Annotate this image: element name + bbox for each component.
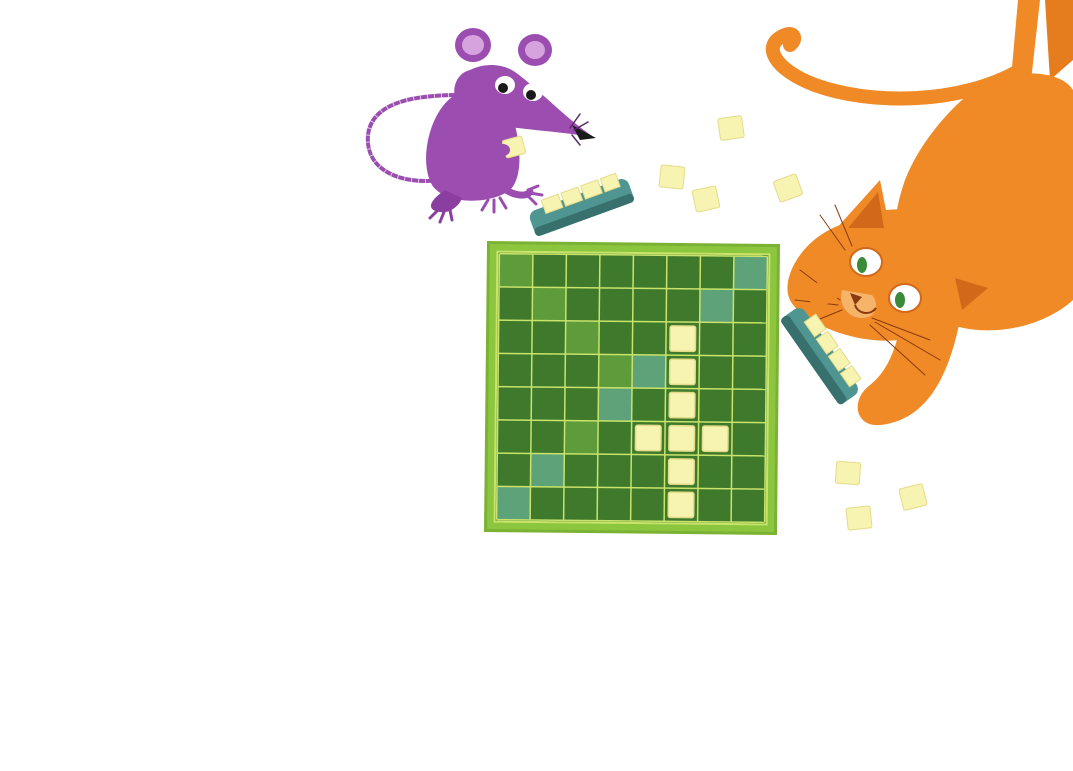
loose-tile: [834, 460, 862, 486]
board-letter-tile: [668, 391, 696, 419]
board-cell-highlight: [733, 256, 768, 290]
loose-tile: [845, 505, 873, 531]
cat-back-leg: [1045, 0, 1073, 80]
board-cell-highlight: [598, 354, 633, 388]
game-board: [483, 240, 781, 536]
board-cell-highlight: [532, 287, 567, 321]
tile-rack-mouse: [529, 172, 635, 237]
board-cell-highlight: [564, 420, 599, 455]
board-cell-highlight: [499, 253, 533, 288]
mouse-leg-right: [496, 181, 534, 199]
board-cell-highlight: [598, 387, 632, 422]
illustration-scene: [365, 0, 1073, 536]
mouse-ear-right-inner: [525, 41, 545, 59]
board-letter-tile: [701, 425, 729, 453]
board-cell-highlight: [496, 486, 531, 520]
board-cell-highlight: [565, 320, 600, 355]
board-letter-tile: [668, 424, 696, 452]
mouse-paw: [496, 144, 510, 156]
board-cell-highlight: [530, 453, 565, 488]
board-letter-tile: [667, 491, 695, 519]
mouse-pupil-right: [526, 90, 536, 100]
cat-eye-right: [888, 283, 922, 313]
loose-tile: [898, 483, 928, 511]
loose-tile: [691, 185, 721, 213]
loose-tile: [773, 173, 803, 203]
loose-tile: [658, 164, 686, 190]
board-letter-tile: [669, 325, 697, 353]
mouse-ear-left-inner: [462, 35, 484, 55]
cat-pupil-left: [857, 257, 867, 273]
board-letter-tile: [634, 424, 662, 452]
mouse-pupil-left: [498, 83, 508, 93]
board-letter-tile: [667, 458, 695, 486]
board-letter-tile: [668, 358, 697, 386]
board-cell-highlight: [632, 354, 666, 389]
board-cell-highlight: [699, 288, 734, 323]
loose-tile: [717, 115, 745, 141]
cat-pupil-right: [895, 292, 905, 308]
